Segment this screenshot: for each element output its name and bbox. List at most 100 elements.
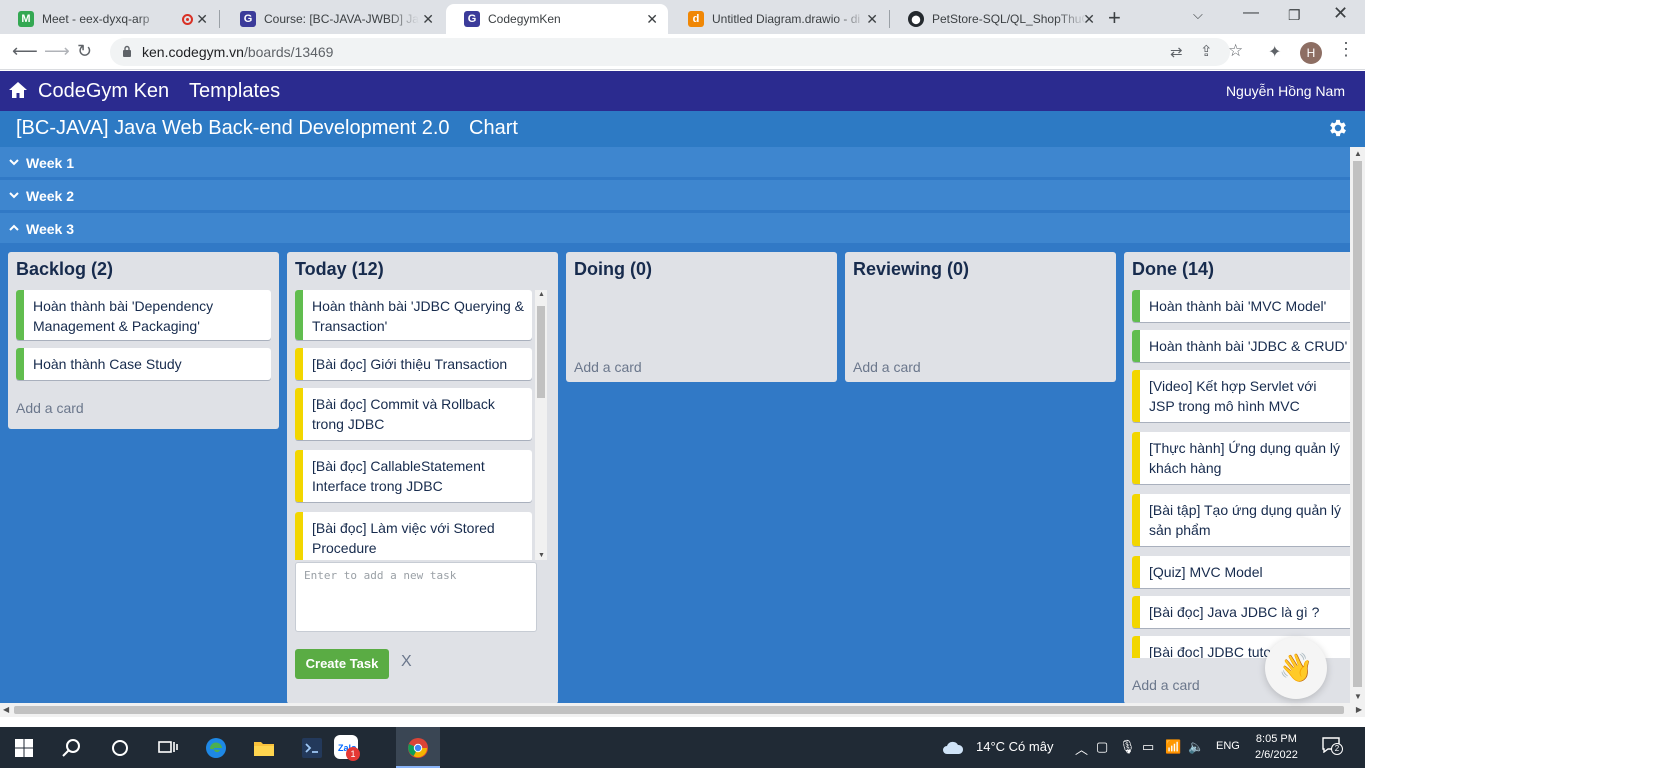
tab-search-chevron-icon[interactable]: ⌵ [1193,7,1203,23]
meet-present-icon[interactable]: ▢ [1096,739,1108,755]
weather-text[interactable]: 14°C Có mây [976,739,1053,754]
chevron-up-icon[interactable]: ︿ [1075,739,1088,758]
profile-avatar[interactable]: H [1300,42,1322,64]
share-icon[interactable]: ⇪ [1200,42,1213,60]
card-label-yellow [1132,494,1140,546]
volume-icon[interactable]: 🔈 [1188,739,1204,755]
card[interactable]: [Video] Kết hợp Servlet với JSP trong mô… [1132,370,1350,422]
add-card-link[interactable]: Add a card [574,359,642,375]
today-card-scroll-area[interactable]: Hoàn thành bài 'JDBC Querying & Transact… [287,290,535,560]
scroll-right-arrow-icon[interactable]: ▶ [1356,705,1362,714]
language-indicator[interactable]: ENG [1216,740,1240,752]
drawio-icon: d [688,11,704,27]
url-host: ken.codegym.vn [142,44,244,60]
tab-codegymken[interactable]: G CodegymKen ✕ [446,4,668,34]
chart-link[interactable]: Chart [469,117,518,140]
card[interactable]: Hoàn thành bài 'JDBC & CRUD' [1132,330,1350,362]
card[interactable]: [Bài đọc] Làm việc với Stored Procedure [295,512,532,560]
vs-code-icon[interactable] [300,736,324,760]
week-2-row[interactable]: Week 2 [0,180,1350,210]
cloud-weather-icon[interactable] [942,739,964,755]
waving-hand-icon[interactable]: 👋 [1265,637,1327,699]
board-horizontal-scrollbar[interactable]: ◀ ▶ [0,703,1365,717]
user-name[interactable]: Nguyễn Hồng Nam [1226,83,1345,99]
gear-icon[interactable] [1327,117,1349,139]
done-card-scroll-area[interactable]: Hoàn thành bài 'MVC Model' Hoàn thành bà… [1124,290,1350,658]
card-text: [Bài đọc] CallableStatement Interface tr… [312,458,485,494]
cancel-task-button[interactable]: X [401,653,412,671]
scroll-thumb[interactable] [537,306,545,398]
close-tab-icon[interactable]: ✕ [866,11,878,28]
extensions-puzzle-icon[interactable]: ✦ [1268,42,1281,62]
battery-icon[interactable]: ▭ [1142,739,1154,755]
card[interactable]: [Bài đọc] Commit và Rollback trong JDBC [295,388,532,440]
restore-icon[interactable]: ❐ [1288,7,1301,24]
back-arrow-icon[interactable]: ⟵ [12,41,38,62]
close-tab-icon[interactable]: ✕ [1083,11,1095,28]
scroll-left-arrow-icon[interactable]: ◀ [3,705,9,714]
tab-drawio[interactable]: d Untitled Diagram.drawio - di ✕ [670,4,888,34]
week-label: Week 1 [26,155,74,171]
tab-course[interactable]: G Course: [BC-JAVA-JWBD] Java ✕ [222,4,444,34]
bookmark-star-icon[interactable]: ☆ [1228,41,1243,61]
card[interactable]: [Thực hành] Ứng dụng quản lý khách hàng [1132,432,1350,484]
clock-time: 8:05 PM [1255,733,1297,745]
scroll-up-arrow-icon[interactable]: ▲ [538,291,545,298]
card-label-yellow [1132,636,1140,658]
week-3-row[interactable]: Week 3 [0,213,1350,243]
microphone-icon[interactable]: 🎙 [1119,739,1136,755]
file-explorer-icon[interactable] [252,736,276,760]
add-card-link[interactable]: Add a card [1132,677,1200,693]
cortana-icon[interactable] [108,736,132,760]
create-task-button[interactable]: Create Task [295,649,389,679]
scroll-thumb[interactable] [14,706,1344,714]
add-card-link[interactable]: Add a card [853,359,921,375]
address-bar[interactable]: ken.codegym.vn/boards/13469 ⇄ ⇪ ☆ [110,38,1243,66]
translate-icon[interactable]: ⇄ [1170,43,1183,61]
card-text: [Bài đọc] Giới thiệu Transaction [312,356,508,372]
new-tab-plus-icon[interactable]: + [1108,5,1121,31]
close-window-icon[interactable]: ✕ [1333,3,1348,24]
card[interactable]: Hoàn thành bài 'JDBC Querying & Transact… [295,290,532,340]
card[interactable]: [Bài đọc] Java JDBC là gì ? [1132,596,1350,628]
scroll-down-arrow-icon[interactable]: ▼ [538,552,545,559]
scroll-up-arrow-icon[interactable]: ▲ [1354,149,1362,158]
zalo-app[interactable]: Zalo 1 [334,735,360,761]
card[interactable]: [Bài đọc] CallableStatement Interface tr… [295,450,532,502]
templates-link[interactable]: Templates [189,80,280,103]
windows-start-icon[interactable] [12,736,36,760]
wifi-icon[interactable]: 📶 [1165,739,1181,755]
reload-icon[interactable]: ↻ [77,41,92,62]
close-tab-icon[interactable]: ✕ [646,11,658,28]
scroll-down-arrow-icon[interactable]: ▼ [1354,692,1362,701]
card[interactable]: Hoàn thành bài 'Dependency Management & … [16,290,271,340]
brand-link[interactable]: CodeGym Ken [38,80,169,103]
close-tab-icon[interactable]: ✕ [422,11,434,28]
card[interactable]: Hoàn thành bài 'MVC Model' [1132,290,1350,322]
tab-github[interactable]: ⬤ PetStore-SQL/QL_ShopThuCu ✕ [890,4,1105,34]
chrome-icon[interactable] [406,736,430,760]
tab-meet[interactable]: M Meet - eex-dyxq-arp ✕ [0,4,218,34]
week-1-row[interactable]: Week 1 [0,147,1350,177]
today-scrollbar[interactable]: ▲ ▼ [535,290,547,560]
forward-arrow-icon[interactable]: ⟶ [44,41,70,62]
card[interactable]: [Quiz] MVC Model [1132,556,1350,588]
lock-icon [123,45,131,57]
card[interactable]: [Bài đọc] Giới thiệu Transaction [295,348,532,380]
add-card-link[interactable]: Add a card [16,400,84,416]
clock[interactable]: 8:05 PM 2/6/2022 [1255,731,1298,763]
home-icon[interactable] [8,81,28,99]
minimize-icon[interactable]: — [1243,4,1259,22]
card[interactable]: [Bài tập] Tạo ứng dụng quản lý sản phẩm [1132,494,1350,546]
new-task-input[interactable]: Enter to add a new task [295,562,537,632]
task-view-icon[interactable] [156,736,180,760]
search-icon[interactable] [60,736,84,760]
edge-browser-icon[interactable] [204,736,228,760]
tab-title: CodegymKen [488,12,561,26]
scroll-thumb[interactable] [1353,161,1362,687]
card[interactable]: Hoàn thành Case Study [16,348,271,380]
more-menu-icon[interactable]: ⋮ [1337,39,1355,60]
board-vertical-scrollbar[interactable]: ▲ ▼ [1350,147,1365,703]
notification-center-icon[interactable]: 2 [1322,737,1344,757]
close-tab-icon[interactable]: ✕ [196,11,208,28]
